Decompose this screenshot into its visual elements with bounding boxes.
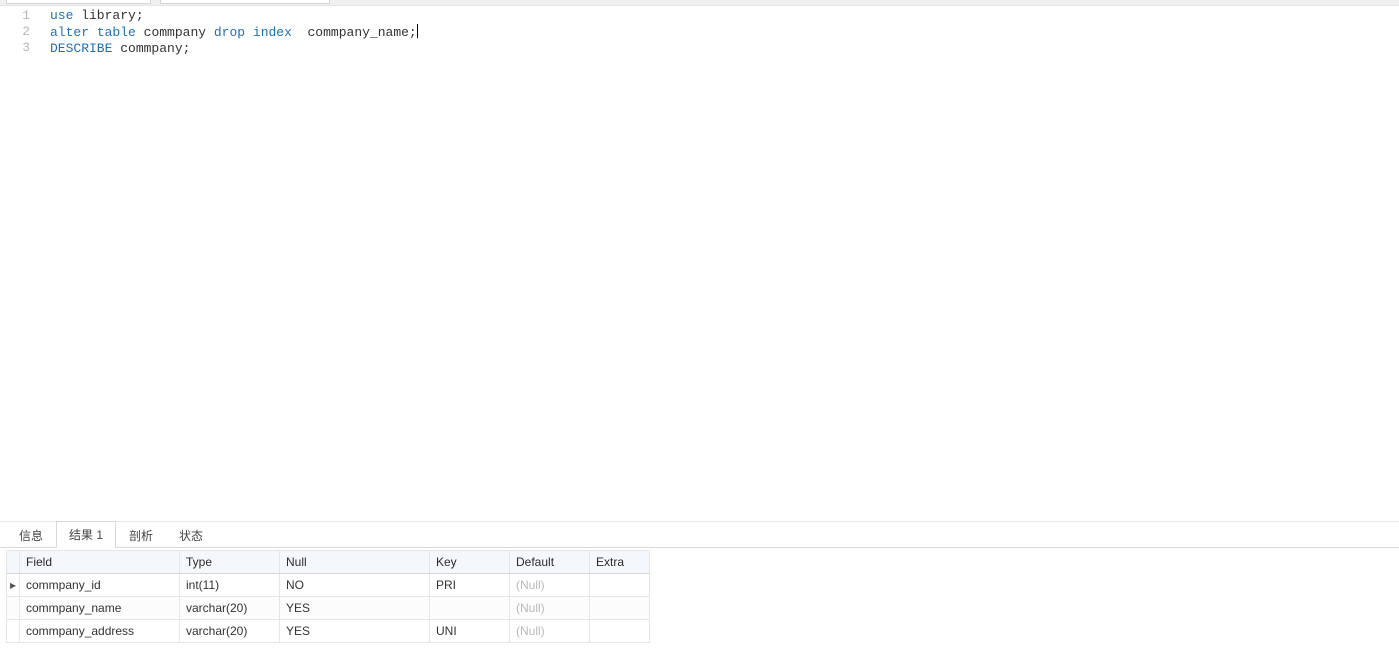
text-token — [89, 25, 97, 40]
column-header[interactable]: Null — [280, 551, 430, 574]
result-tab[interactable]: 状态 — [166, 522, 216, 548]
text-token: commpany; — [112, 41, 190, 56]
row-marker — [7, 597, 20, 620]
result-tab[interactable]: 结果 1 — [56, 521, 116, 548]
cell[interactable]: (Null) — [510, 574, 590, 597]
cell[interactable]: (Null) — [510, 620, 590, 643]
cell[interactable]: int(11) — [180, 574, 280, 597]
column-header[interactable]: Default — [510, 551, 590, 574]
result-tab[interactable]: 信息 — [6, 522, 56, 548]
cell[interactable]: commpany_name — [20, 597, 180, 620]
line-number: 1 — [0, 8, 30, 24]
result-grid-wrap: FieldTypeNullKeyDefaultExtra▸commpany_id… — [0, 548, 1399, 649]
table-row[interactable]: commpany_addressvarchar(20)YESUNI(Null) — [7, 620, 650, 643]
line-number-gutter: 123 — [0, 6, 40, 521]
keyword-token: DESCRIBE — [50, 41, 112, 56]
cell[interactable]: YES — [280, 620, 430, 643]
toolbar-dropdown-2[interactable] — [160, 0, 330, 4]
keyword-token: index — [253, 25, 292, 40]
cell[interactable] — [590, 597, 650, 620]
cell[interactable]: PRI — [430, 574, 510, 597]
text-token: commpany_name; — [292, 25, 417, 40]
line-number: 3 — [0, 40, 30, 56]
keyword-token: drop — [214, 25, 245, 40]
code-area[interactable]: use library;alter table commpany drop in… — [40, 6, 1399, 521]
text-token: library; — [73, 8, 143, 23]
keyword-token: alter — [50, 25, 89, 40]
cell[interactable]: UNI — [430, 620, 510, 643]
keyword-token: use — [50, 8, 73, 23]
code-line[interactable]: DESCRIBE commpany; — [50, 41, 1399, 57]
cell[interactable]: YES — [280, 597, 430, 620]
row-marker: ▸ — [7, 574, 20, 597]
cell[interactable]: NO — [280, 574, 430, 597]
column-header[interactable]: Field — [20, 551, 180, 574]
result-tab[interactable]: 剖析 — [116, 522, 166, 548]
code-line[interactable]: alter table commpany drop index commpany… — [50, 24, 1399, 41]
cell[interactable]: commpany_address — [20, 620, 180, 643]
cell[interactable]: varchar(20) — [180, 597, 280, 620]
cell[interactable]: (Null) — [510, 597, 590, 620]
cell[interactable] — [590, 620, 650, 643]
result-grid[interactable]: FieldTypeNullKeyDefaultExtra▸commpany_id… — [6, 550, 650, 643]
sql-editor[interactable]: 123 use library;alter table commpany dro… — [0, 6, 1399, 522]
result-tabs: 信息结果 1剖析状态 — [0, 522, 1399, 548]
toolbar-dropdown-1[interactable] — [6, 0, 151, 4]
row-marker — [7, 620, 20, 643]
table-row[interactable]: ▸commpany_idint(11)NOPRI(Null) — [7, 574, 650, 597]
table-row[interactable]: commpany_namevarchar(20)YES (Null) — [7, 597, 650, 620]
text-token — [245, 25, 253, 40]
text-caret — [417, 24, 418, 38]
text-token: commpany — [136, 25, 214, 40]
line-number: 2 — [0, 24, 30, 40]
column-header[interactable]: Type — [180, 551, 280, 574]
keyword-token: table — [97, 25, 136, 40]
code-line[interactable]: use library; — [50, 8, 1399, 24]
cell[interactable] — [590, 574, 650, 597]
column-header[interactable]: Extra — [590, 551, 650, 574]
cell[interactable] — [430, 597, 510, 620]
column-header[interactable]: Key — [430, 551, 510, 574]
row-marker-header — [7, 551, 20, 574]
cell[interactable]: varchar(20) — [180, 620, 280, 643]
toolbar-stub — [0, 0, 1399, 6]
cell[interactable]: commpany_id — [20, 574, 180, 597]
